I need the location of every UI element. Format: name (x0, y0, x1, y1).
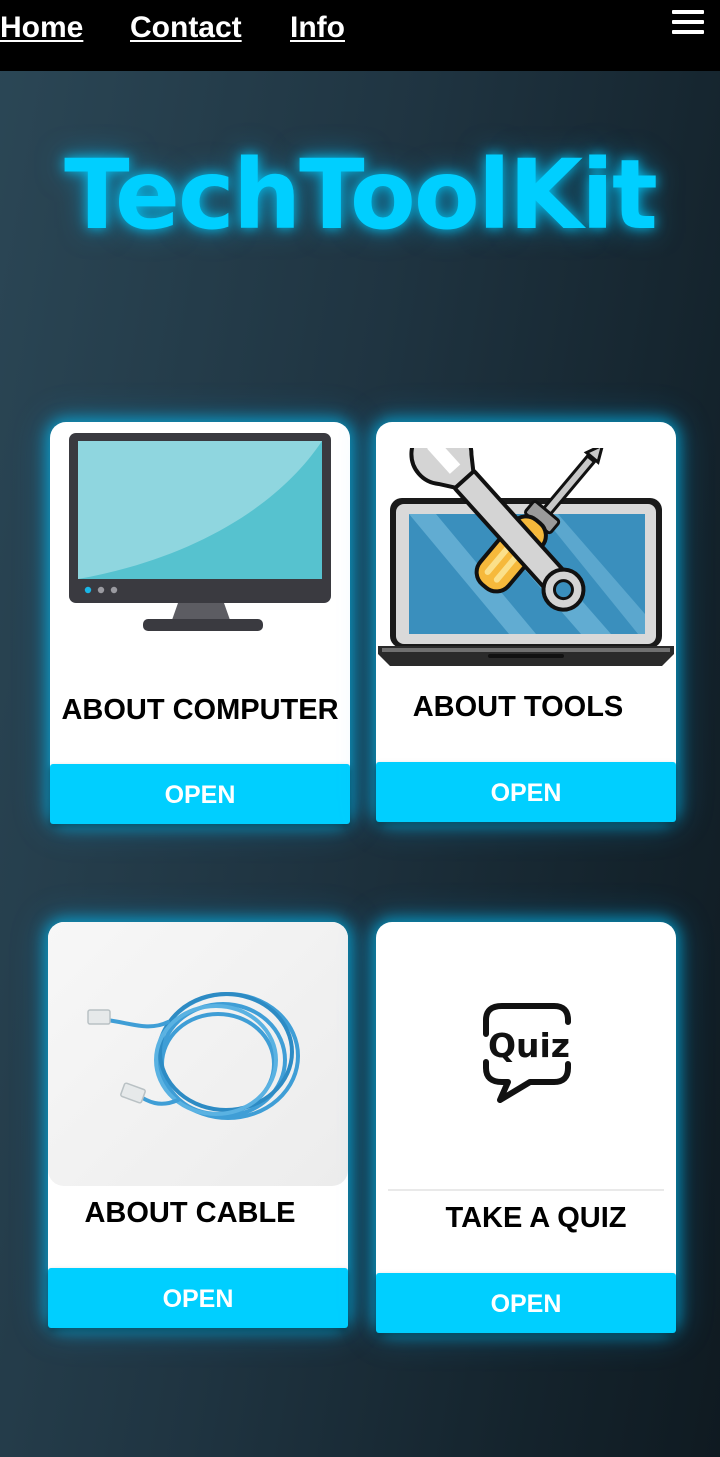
card-title-about-cable: ABOUT CABLE (84, 1197, 296, 1229)
top-nav-bar: Home Contact Info (0, 0, 720, 71)
computer-monitor-icon (66, 430, 336, 645)
card-title-take-a-quiz: TAKE A QUIZ (445, 1202, 627, 1234)
nav-link-contact[interactable]: Contact (130, 10, 242, 46)
open-button-about-computer[interactable]: OPEN (50, 764, 350, 824)
nav-link-home[interactable]: Home (0, 10, 83, 46)
card-about-computer: ABOUT COMPUTER OPEN (50, 422, 350, 824)
open-button-about-tools[interactable]: OPEN (376, 762, 676, 822)
card-title-about-computer: ABOUT COMPUTER (61, 694, 339, 726)
open-button-take-a-quiz[interactable]: OPEN (376, 1273, 676, 1333)
page-title: TechToolKit (64, 139, 658, 251)
open-button-about-cable[interactable]: OPEN (48, 1268, 348, 1328)
nav-link-info[interactable]: Info (290, 10, 345, 46)
card-about-cable: ABOUT CABLE OPEN (48, 922, 348, 1328)
card-divider (388, 1189, 664, 1191)
card-title-about-tools: ABOUT TOOLS (412, 691, 624, 723)
tools-laptop-icon (376, 448, 676, 670)
card-about-tools: ABOUT TOOLS OPEN (376, 422, 676, 822)
card-take-a-quiz: Quiz TAKE A QUIZ OPEN (376, 922, 676, 1333)
network-cable-image (48, 922, 348, 1186)
quiz-icon-text: Quiz (487, 1026, 571, 1065)
hamburger-menu-icon[interactable] (670, 6, 706, 38)
